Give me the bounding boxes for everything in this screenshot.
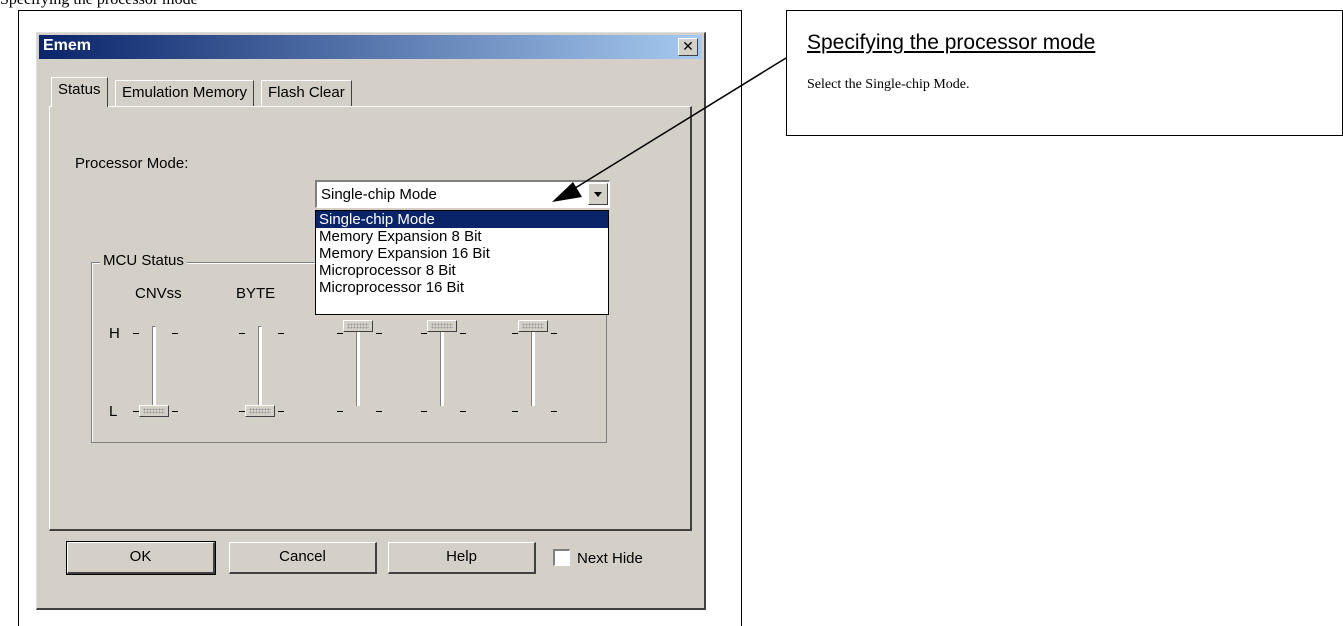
chevron-down-icon[interactable] — [588, 183, 608, 205]
tab-status[interactable]: Status — [51, 77, 108, 107]
status-tab-panel — [49, 106, 692, 531]
processor-mode-value: Single-chip Mode — [321, 186, 437, 203]
help-button[interactable]: Help — [388, 542, 536, 574]
title-bar: Emem ✕ — [39, 35, 702, 59]
cancel-button[interactable]: Cancel — [229, 542, 377, 574]
next-hide-checkbox[interactable] — [553, 549, 570, 566]
dropdown-option-microprocessor-8[interactable]: Microprocessor 8 Bit — [316, 262, 608, 279]
dropdown-option-microprocessor-16[interactable]: Microprocessor 16 Bit — [316, 279, 608, 296]
tab-emulation-memory[interactable]: Emulation Memory — [115, 80, 255, 106]
dropdown-option-single-chip[interactable]: Single-chip Mode — [316, 211, 608, 228]
callout-text: Select the Single-chip Mode. — [807, 77, 970, 92]
callout-title: Specifying the processor mode — [807, 31, 1096, 54]
page-caption: Specifying the processor mode — [0, 0, 198, 9]
window-title: Emem — [43, 37, 92, 54]
emem-dialog: Emem ✕ Status Emulation Memory Flash Cle… — [36, 32, 706, 610]
close-icon[interactable]: ✕ — [678, 38, 698, 56]
dropdown-option-memory-expansion-8[interactable]: Memory Expansion 8 Bit — [316, 228, 608, 245]
callout-box: Specifying the processor mode Select the… — [786, 10, 1343, 136]
dropdown-option-memory-expansion-16[interactable]: Memory Expansion 16 Bit — [316, 245, 608, 262]
tab-flash-clear[interactable]: Flash Clear — [261, 80, 352, 106]
processor-mode-dropdown-list: Single-chip Mode Memory Expansion 8 Bit … — [315, 210, 609, 315]
next-hide-label: Next Hide — [577, 550, 643, 567]
processor-mode-select[interactable]: Single-chip Mode — [315, 180, 610, 208]
ok-button[interactable]: OK — [66, 541, 216, 575]
